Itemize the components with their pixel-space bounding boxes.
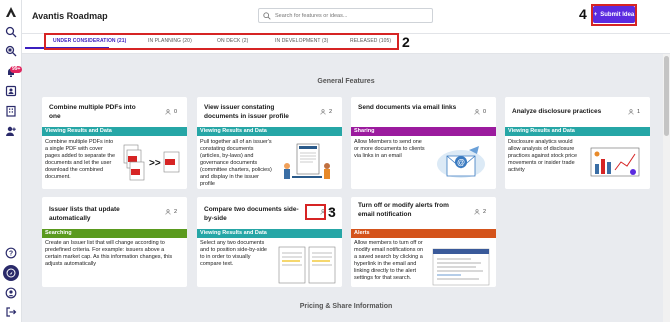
category-label: Viewing Results and Data — [505, 127, 650, 136]
category-label: Viewing Results and Data — [197, 229, 342, 238]
category-label: Viewing Results and Data — [197, 127, 342, 136]
vote-count[interactable]: 2 — [165, 209, 177, 215]
card-description: Create an Issuer list that will change a… — [45, 240, 173, 267]
notification-badge: 99+ — [10, 66, 23, 73]
category-label: Viewing Results and Data — [42, 127, 187, 136]
analytics-illustration — [590, 147, 640, 177]
vote-number: 2 — [173, 209, 177, 215]
idea-card[interactable]: Turn off or modify alerts from email not… — [351, 197, 496, 287]
svg-text:?: ? — [9, 251, 13, 258]
roadmap-icon[interactable] — [3, 265, 19, 281]
category-label: Searching — [42, 229, 187, 238]
account-icon[interactable] — [3, 285, 19, 301]
vote-count[interactable]: 2 — [320, 109, 332, 115]
logo-icon[interactable] — [3, 4, 19, 20]
person-icon — [320, 109, 326, 115]
logout-icon[interactable] — [3, 304, 19, 320]
vote-count[interactable]: 0 — [165, 109, 177, 115]
vote-number: 0 — [173, 109, 177, 115]
tabs-callout-box — [44, 33, 399, 50]
submit-idea-button[interactable]: + Submit Idea — [593, 6, 635, 23]
svg-text:@: @ — [457, 158, 465, 167]
top-bar: Avantis Roadmap — [22, 0, 670, 34]
section-title-pricing: Pricing & Share Information — [299, 303, 393, 310]
card-title: View issuer constating documents in issu… — [204, 104, 289, 120]
compare-documents-illustration — [278, 246, 336, 284]
email-illustration: @ — [437, 146, 485, 178]
idea-card[interactable]: Issuer lists that update automatically 2… — [42, 197, 187, 287]
help-icon[interactable]: ? — [3, 245, 19, 261]
email-alert-settings-illustration — [432, 248, 490, 286]
callout-4: 4 — [579, 6, 587, 22]
pdf-combine-illustration: >> — [123, 144, 180, 181]
vote-number: 1 — [636, 109, 640, 115]
vote-count[interactable]: 0 — [474, 109, 486, 115]
building-icon[interactable] — [3, 103, 19, 119]
card-title: Turn off or modify alerts from email not… — [358, 202, 449, 218]
person-icon — [165, 109, 171, 115]
votes-callout-box — [305, 204, 326, 220]
category-label: Alerts — [351, 229, 496, 238]
callout-3: 3 — [328, 204, 336, 220]
vote-number: 0 — [482, 109, 486, 115]
card-description: Disclosure analytics would allow analysi… — [508, 139, 578, 173]
callout-2: 2 — [402, 34, 410, 50]
idea-card[interactable]: View issuer constating documents in issu… — [197, 97, 342, 189]
user-add-icon[interactable] — [3, 123, 19, 139]
section-title-general: General Features — [317, 78, 375, 85]
card-title: Send documents via email links — [358, 104, 457, 111]
person-icon — [474, 109, 480, 115]
vote-number: 2 — [328, 109, 332, 115]
search-field-icon — [263, 11, 271, 20]
idea-card[interactable]: Send documents via email links 0 Sharing… — [351, 97, 496, 189]
scrollbar-thumb[interactable] — [664, 56, 669, 136]
card-title: Issuer lists that update automatically — [49, 206, 120, 222]
sidebar: 99+ ? — [0, 0, 23, 322]
category-label: Sharing — [351, 127, 496, 136]
card-title: Compare two documents side-by-side — [204, 206, 299, 222]
submit-idea-label: Submit Idea — [600, 11, 635, 18]
policy-documents-illustration — [284, 143, 330, 179]
idea-card[interactable]: Combine multiple PDFs into one 0 Viewing… — [42, 97, 187, 189]
search-box[interactable] — [258, 8, 433, 23]
contacts-icon[interactable] — [3, 83, 19, 99]
card-description: Combine multiple PDFs into a single PDF … — [45, 139, 116, 180]
search-icon[interactable] — [3, 24, 19, 40]
card-description: Allow Members to send one or more docume… — [354, 139, 425, 159]
vote-count[interactable]: 2 — [474, 209, 486, 215]
person-icon — [628, 109, 634, 115]
search-docs-icon[interactable] — [3, 43, 19, 59]
app-title: Avantis Roadmap — [32, 11, 108, 21]
plus-icon: + — [593, 11, 598, 18]
idea-card[interactable]: Analyze disclosure practices 1 Viewing R… — [505, 97, 650, 189]
svg-text:>>: >> — [149, 158, 161, 169]
person-icon — [474, 209, 480, 215]
card-description: Allow members to turn off or modify emai… — [354, 240, 424, 281]
card-title: Analyze disclosure practices — [512, 108, 602, 115]
vote-number: 2 — [482, 209, 486, 215]
card-description: Pull together all of an issuer's constat… — [200, 139, 272, 187]
card-description: Select any two documents and to position… — [200, 240, 267, 267]
search-input[interactable] — [275, 12, 425, 19]
vote-count[interactable]: 1 — [628, 109, 640, 115]
card-title: Combine multiple PDFs into one — [49, 104, 136, 120]
person-icon — [165, 209, 171, 215]
